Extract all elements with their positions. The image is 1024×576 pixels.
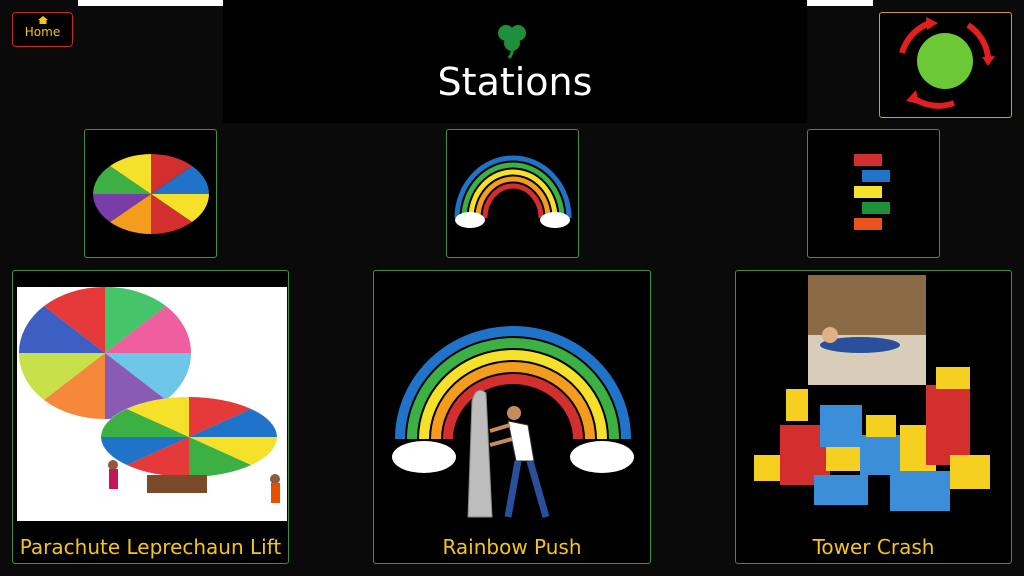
station-label: Tower Crash [812,535,935,559]
parachute-photo [17,287,287,521]
home-button[interactable]: Home [12,12,73,47]
station-tile-rainbow-push[interactable]: Rainbow Push [373,270,651,564]
station-icon-parachute[interactable] [84,129,217,258]
rainbow-icon [454,155,572,228]
home-icon [37,16,48,24]
station-label: Parachute Leprechaun Lift [19,535,282,559]
station-label: Rainbow Push [442,535,582,559]
parachute-icon [93,154,209,234]
stacked-blocks-icon [854,154,890,230]
station-tile-parachute[interactable]: Parachute Leprechaun Lift [12,270,289,564]
station-icon-tower[interactable] [807,129,940,258]
station-tile-tower-crash[interactable]: Tower Crash [735,270,1012,564]
page-title: Stations [437,60,593,104]
home-label: Home [24,25,61,39]
rainbow-push-illustration [392,326,634,518]
station-icon-rainbow[interactable] [446,129,579,258]
bg-strip [0,0,78,6]
rotate-stations-icon [899,17,995,109]
shamrock-icon [498,25,526,59]
tower-crash-photo [754,275,990,511]
rotate-stations-button[interactable] [879,12,1012,118]
bg-strip [873,0,1024,6]
